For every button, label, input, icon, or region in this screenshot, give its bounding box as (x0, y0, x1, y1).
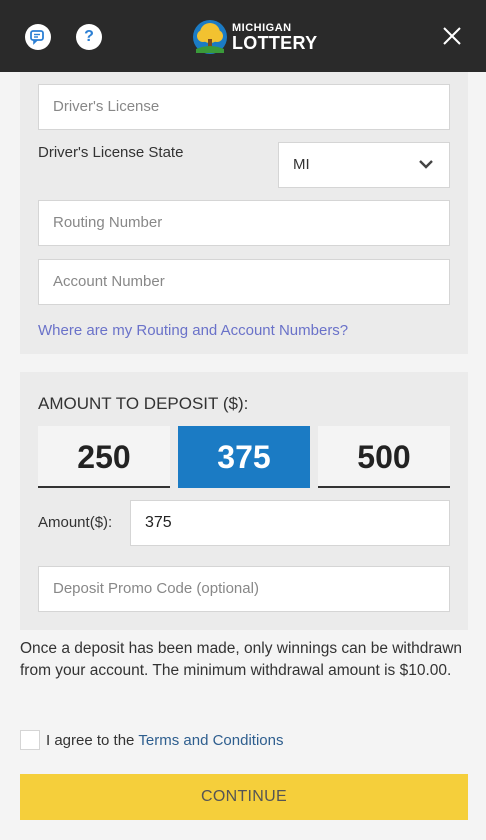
chevron-down-icon (419, 160, 433, 169)
logo-text-bottom: LOTTERY (232, 32, 318, 53)
amount-option-250[interactable]: 250 (38, 426, 170, 488)
app-header: ? MICHIGAN LOTTERY (0, 0, 486, 72)
tree-logo-icon (193, 20, 227, 54)
account-number-field[interactable]: Account Number (38, 259, 450, 305)
promo-code-placeholder: Deposit Promo Code (optional) (53, 580, 259, 597)
deposit-amount-panel: AMOUNT TO DEPOSIT ($): 250 375 500 Amoun… (20, 372, 468, 630)
withdrawal-notice: Once a deposit has been made, only winni… (20, 640, 463, 679)
account-number-placeholder: Account Number (53, 273, 165, 290)
routing-help-link[interactable]: Where are my Routing and Account Numbers… (38, 322, 348, 339)
terms-link[interactable]: Terms and Conditions (138, 732, 283, 749)
terms-agreement-row: I agree to the Terms and Conditions (20, 728, 283, 752)
continue-button[interactable]: CONTINUE (20, 774, 468, 820)
logo-text-top: MICHIGAN (232, 21, 292, 34)
amount-option-500[interactable]: 500 (318, 426, 450, 488)
terms-checkbox[interactable] (20, 730, 40, 750)
amount-option-375[interactable]: 375 (178, 426, 310, 488)
close-icon[interactable] (438, 22, 466, 50)
routing-number-field[interactable]: Routing Number (38, 200, 450, 246)
amount-value: 375 (145, 514, 172, 531)
bank-info-panel: Driver's License Driver's License State … (20, 72, 468, 354)
state-value: MI (293, 156, 310, 173)
drivers-license-placeholder: Driver's License (53, 98, 160, 115)
michigan-lottery-logo: MICHIGAN LOTTERY (192, 17, 317, 57)
drivers-license-state-label: Driver's License State (38, 144, 184, 161)
chat-icon[interactable] (25, 24, 51, 50)
agree-text: I agree to the (46, 731, 135, 749)
amount-to-deposit-title: AMOUNT TO DEPOSIT ($): (38, 394, 249, 413)
state-select[interactable]: MI (278, 142, 450, 188)
drivers-license-field[interactable]: Driver's License (38, 84, 450, 130)
help-icon[interactable]: ? (76, 24, 102, 50)
routing-number-placeholder: Routing Number (53, 214, 163, 231)
amount-label: Amount($): (38, 514, 113, 531)
amount-input[interactable]: 375 (130, 500, 450, 546)
promo-code-field[interactable]: Deposit Promo Code (optional) (38, 566, 450, 612)
